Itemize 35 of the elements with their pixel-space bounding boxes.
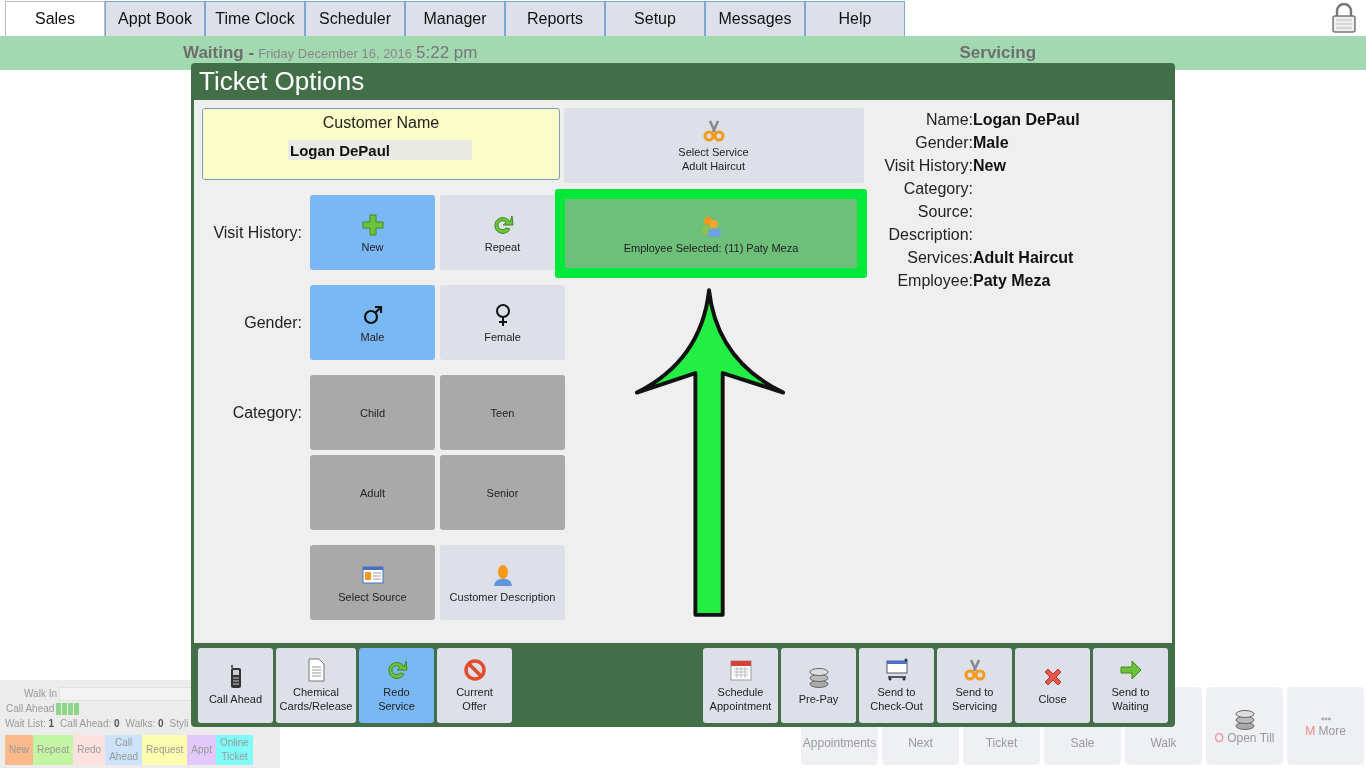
summary-value: Male <box>973 133 1010 153</box>
visit-history-label: Visit History: <box>212 223 303 242</box>
customer-name-label: Customer Name <box>322 114 440 132</box>
queue-stat: Styli <box>169 717 189 729</box>
walk-in-label: Walk In <box>23 688 57 699</box>
queue-stat: Wait List: 1 <box>5 717 55 729</box>
summary-value: Paty Meza <box>973 271 1052 291</box>
summary-label: Visit History: <box>883 156 973 176</box>
call-ahead-label: Call Ahead <box>5 703 55 714</box>
gender-label: Gender: <box>243 313 303 332</box>
legend-chip: Repeat <box>33 735 74 765</box>
summary-value: Logan DePaul <box>973 110 1080 130</box>
summary-label: Employee: <box>896 271 973 291</box>
summary-label: Description: <box>887 225 973 245</box>
summary-value: Adult Haircut <box>973 248 1075 268</box>
waiting-heading: Waiting - <box>183 43 255 63</box>
summary-label: Source: <box>916 202 973 222</box>
date-text: Friday December 16, 2016 <box>258 45 413 61</box>
legend-chip: Request <box>142 735 188 765</box>
legend-chip: New <box>5 735 33 765</box>
queue-stat: Call Ahead: 0 <box>60 717 120 729</box>
summary-label: Category: <box>902 179 973 199</box>
time-text: 5:22 pm <box>416 43 478 63</box>
summary-label: Services: <box>906 248 973 268</box>
servicing-heading: Servicing <box>959 43 1037 63</box>
queue-stat: Walks: 0 <box>125 717 164 729</box>
legend-chip: Call Ahead <box>105 735 143 765</box>
summary-label: Gender: <box>914 133 973 153</box>
summary-value: New <box>973 156 1007 176</box>
legend-chip: Redo <box>73 735 106 765</box>
legend-chip: Appt <box>187 735 216 765</box>
legend-chip: Online Ticket <box>215 735 253 765</box>
summary-label: Name: <box>924 110 973 130</box>
dialog-title: Ticket Options <box>198 65 366 98</box>
category-label: Category: <box>231 403 303 422</box>
